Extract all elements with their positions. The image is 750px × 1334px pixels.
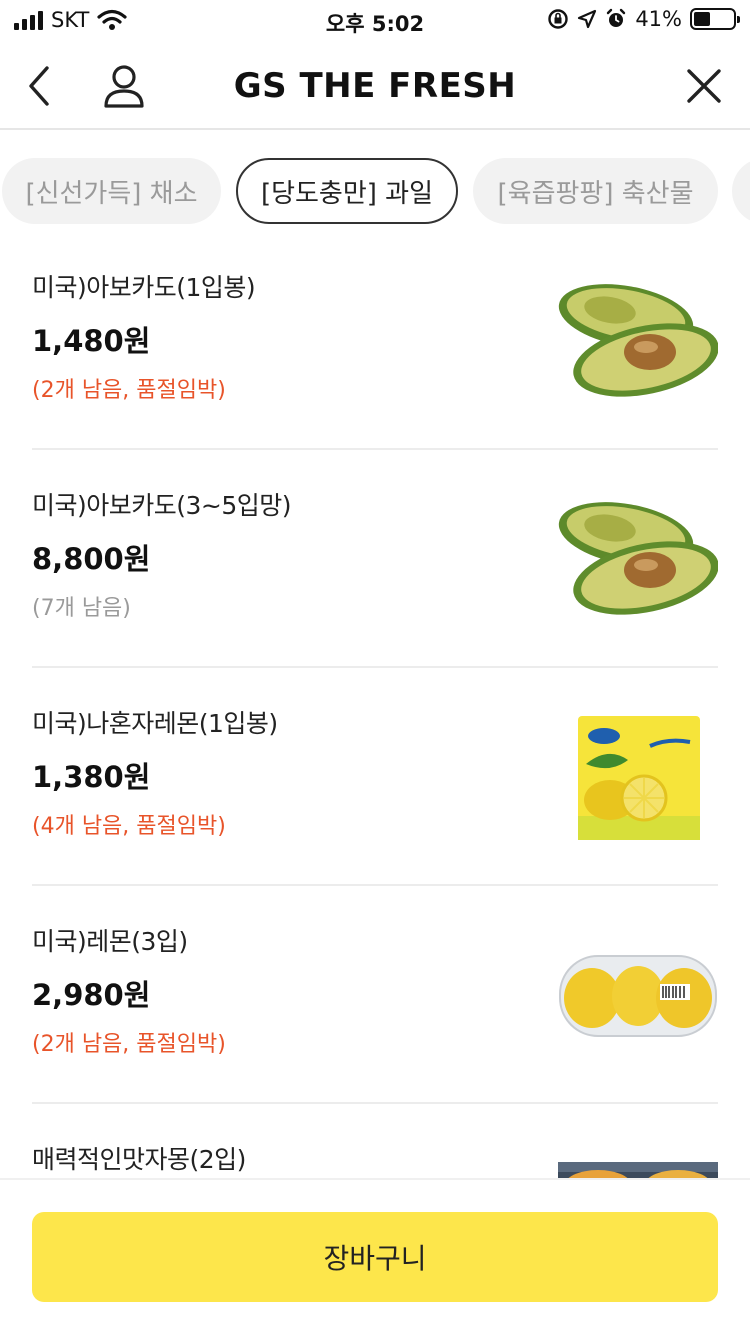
battery-icon — [690, 8, 740, 30]
product-name: 미국)레몬(3입) — [32, 927, 188, 956]
stock-status: (4개 남음, 품절임박) — [32, 814, 226, 839]
product-item[interactable]: 미국)아보카도(1입봉) 1,480원 (2개 남음, 품절임박) — [32, 232, 718, 450]
stock-status: (2개 남음, 품절임박) — [32, 378, 226, 403]
location-arrow-icon — [578, 9, 597, 29]
battery-percent: 41% — [635, 7, 682, 31]
nav-bar: GS THE FRESH — [0, 42, 750, 130]
tab-vegetables[interactable]: [신선가득] 채소 — [2, 158, 221, 224]
tab-fruits[interactable]: [당도충만] 과일 — [236, 158, 458, 224]
tab-next-partial[interactable] — [732, 158, 750, 224]
close-button[interactable] — [678, 60, 730, 112]
product-image-avocado — [558, 498, 718, 622]
product-name: 미국)아보카도(1입봉) — [32, 273, 256, 302]
product-image-lemon-bag — [558, 716, 718, 840]
product-image-lemon-pack — [558, 934, 718, 1058]
status-right: 41% — [547, 7, 740, 31]
product-name: 매력적인맛자몽(2입) — [32, 1145, 246, 1174]
status-bar: SKT 오후 5:02 41% — [0, 0, 750, 40]
product-name: 미국)나혼자레몬(1입봉) — [32, 709, 278, 738]
product-price: 1,380원 — [32, 760, 151, 794]
cart-button[interactable]: 장바구니 — [32, 1212, 718, 1302]
bottom-bar: 장바구니 — [0, 1178, 750, 1334]
stock-status: (2개 남음, 품절임박) — [32, 1032, 226, 1057]
tab-label: [육즙팡팡] 축산물 — [497, 178, 694, 209]
product-item[interactable]: 미국)나혼자레몬(1입봉) 1,380원 (4개 남음, 품절임박) — [32, 668, 718, 886]
product-item[interactable]: 미국)레몬(3입) 2,980원 (2개 남음, 품절임박) — [32, 886, 718, 1104]
product-price: 1,480원 — [32, 324, 151, 358]
tab-label: [신선가득] 채소 — [25, 178, 198, 209]
close-icon — [687, 69, 721, 103]
product-price: 2,980원 — [32, 978, 151, 1012]
rotation-lock-icon — [548, 9, 569, 29]
product-list: 미국)아보카도(1입봉) 1,480원 (2개 남음, 품절임박) 미국)아보카… — [0, 232, 750, 1178]
alarm-icon — [607, 8, 626, 27]
product-image-grapefruit-pack — [558, 1152, 718, 1178]
tab-meat[interactable]: [육즙팡팡] 축산물 — [473, 158, 718, 224]
page-title: GS THE FRESH — [233, 66, 517, 106]
product-name: 미국)아보카도(3~5입망) — [32, 491, 292, 520]
tab-label: [당도충만] 과일 — [260, 178, 434, 209]
product-item[interactable]: 매력적인맛자몽(2입) — [32, 1104, 718, 1178]
product-price: 8,800원 — [32, 542, 151, 576]
product-item[interactable]: 미국)아보카도(3~5입망) 8,800원 (7개 남음) — [32, 450, 718, 668]
battery-fill — [694, 12, 710, 26]
category-tabs: [신선가득] 채소 [당도충만] 과일 [육즙팡팡] 축산물 — [0, 158, 750, 224]
cart-button-label: 장바구니 — [323, 1242, 427, 1275]
stock-status: (7개 남음) — [32, 596, 131, 621]
product-image-avocado — [558, 280, 718, 404]
